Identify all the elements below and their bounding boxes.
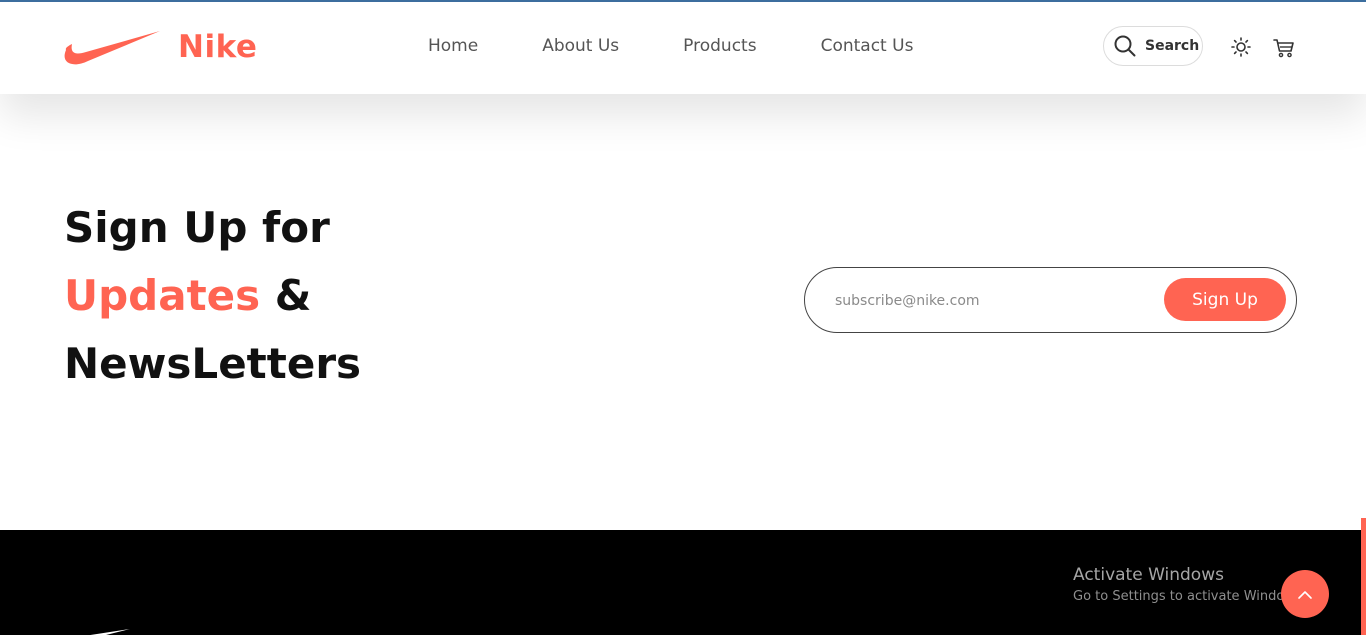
page: Nike Home About Us Products Contact Us S… bbox=[0, 0, 1366, 635]
heading-line-1: Sign Up for bbox=[64, 203, 330, 252]
newsletter-section: Sign Up for Updates & NewsLetters Sign U… bbox=[0, 94, 1366, 530]
sun-icon[interactable] bbox=[1231, 37, 1251, 61]
search-label: Search bbox=[1145, 38, 1200, 54]
footer-swoosh-icon bbox=[62, 628, 132, 635]
scroll-to-top-button[interactable] bbox=[1281, 570, 1329, 618]
nav-about-us[interactable]: About Us bbox=[542, 36, 619, 56]
email-field[interactable] bbox=[833, 286, 1157, 316]
brand-name: Nike bbox=[178, 29, 258, 65]
search-icon bbox=[1114, 35, 1136, 57]
chevron-up-icon bbox=[1297, 585, 1313, 604]
search-button[interactable]: Search bbox=[1103, 26, 1203, 66]
swoosh-icon bbox=[64, 28, 162, 66]
newsletter-heading: Sign Up for Updates & NewsLetters bbox=[64, 194, 361, 398]
subscribe-form: Sign Up bbox=[804, 267, 1297, 333]
footer bbox=[0, 530, 1366, 635]
scrollbar-thumb[interactable] bbox=[1361, 518, 1366, 635]
navbar: Nike Home About Us Products Contact Us S… bbox=[0, 2, 1366, 94]
nav-contact-us[interactable]: Contact Us bbox=[821, 36, 914, 56]
sign-up-button[interactable]: Sign Up bbox=[1164, 278, 1286, 321]
nav-home[interactable]: Home bbox=[428, 36, 478, 56]
main-nav: Home About Us Products Contact Us bbox=[428, 36, 977, 56]
heading-accent-word: Updates bbox=[64, 271, 261, 320]
nav-products[interactable]: Products bbox=[683, 36, 756, 56]
heading-line-3: NewsLetters bbox=[64, 339, 362, 388]
heading-ampersand: & bbox=[260, 271, 312, 320]
brand-link[interactable]: Nike bbox=[64, 28, 257, 66]
cart-icon[interactable] bbox=[1273, 38, 1295, 62]
